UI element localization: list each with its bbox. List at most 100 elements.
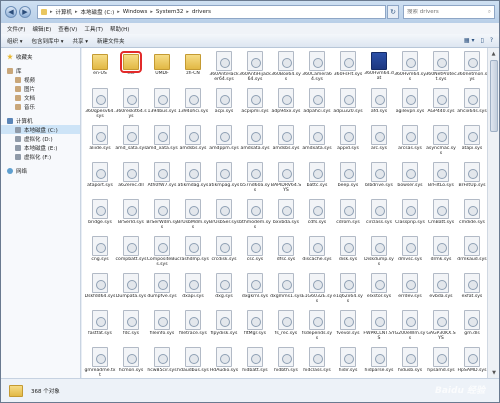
file-item[interactable]: hdaudbus.sys [177, 346, 209, 378]
file-item[interactable]: atikmdag.sys [177, 161, 209, 197]
sidebar-item-computer[interactable]: 计算机 [1, 116, 80, 125]
file-item[interactable]: amdxata.sys [301, 124, 333, 160]
file-item[interactable]: hcw85cir.sys [146, 346, 178, 378]
file-item[interactable]: bridge.sys [84, 198, 116, 234]
file-item[interactable]: adpahci.sys [301, 87, 333, 123]
file-item[interactable]: HdAudio.sys [208, 346, 240, 378]
vertical-scrollbar[interactable]: ▲ ▼ [487, 48, 499, 378]
file-item[interactable]: 360Hvm64.sys [394, 50, 426, 86]
share-button[interactable]: 共享 ▾ [73, 37, 89, 45]
file-item[interactable]: CmBatt.sys [425, 198, 457, 234]
file-item[interactable]: Dumpata.sys [115, 272, 147, 308]
file-item[interactable]: errdev.sys [394, 272, 426, 308]
file-item[interactable]: hidir.sys [332, 346, 364, 378]
file-item[interactable]: cng.sys [84, 235, 116, 271]
file-item[interactable]: cmdide.sys [456, 198, 487, 234]
breadcrumb-item[interactable]: 计算机 [56, 8, 73, 16]
file-item[interactable]: CompositeBus.sys [146, 235, 178, 271]
file-item[interactable]: hpsamd.sys [425, 346, 457, 378]
menu-item[interactable]: 查看(V) [58, 25, 77, 33]
scroll-up-icon[interactable]: ▲ [488, 48, 499, 59]
file-item[interactable]: ataport.sys [84, 161, 116, 197]
file-item[interactable]: drmk.sys [425, 235, 457, 271]
breadcrumb-item[interactable]: Windows [123, 9, 148, 15]
folder-item[interactable]: zh-CN [177, 50, 209, 86]
file-item[interactable]: dumpfve.sys [146, 272, 178, 308]
sidebar-item-favorites[interactable]: 收藏夹 [1, 52, 80, 61]
file-item[interactable]: gmreadme.txt [84, 346, 116, 378]
file-item[interactable]: crashdmp.sys [177, 235, 209, 271]
file-item[interactable]: BrUsbSer.sys [208, 198, 240, 234]
file-item[interactable]: fileinfo.sys [146, 309, 178, 345]
file-item[interactable]: ahcix64s.sys [456, 87, 487, 123]
breadcrumb-separator-icon[interactable]: ▸ [50, 9, 53, 15]
menu-item[interactable]: 编辑(E) [32, 25, 51, 33]
file-item[interactable]: hcmon.sys [115, 346, 147, 378]
file-item[interactable]: 360NetProtect.sys [425, 50, 457, 86]
search-box[interactable]: ⌕ [403, 5, 495, 19]
file-item[interactable]: BrSerWdm.sys [146, 198, 178, 234]
folder-item[interactable]: etc [115, 50, 147, 86]
file-item[interactable]: flpydisk.sys [208, 309, 240, 345]
file-item[interactable]: cdrom.sys [332, 198, 364, 234]
file-item[interactable]: afd.sys [363, 87, 395, 123]
file-item[interactable]: fvevol.sys [332, 309, 364, 345]
help-icon[interactable]: ? [490, 37, 493, 44]
file-item[interactable]: atapi.sys [456, 124, 487, 160]
breadcrumb-separator-icon[interactable]: ▸ [117, 9, 120, 15]
file-item[interactable]: hidbth.sys [270, 346, 302, 378]
file-item[interactable]: 360reskit64.sys [115, 87, 147, 123]
file-item[interactable]: BrUsbMdm.sys [177, 198, 209, 234]
file-item[interactable]: acpipmi.sys [239, 87, 271, 123]
address-bar[interactable]: ▸ 计算机 ▸ 本地磁盘 (C:) ▸ Windows ▸ System32 ▸ drivers [37, 5, 386, 19]
file-item[interactable]: dfsc.sys [270, 235, 302, 271]
file-item[interactable]: 360AntiHijack64.sys [239, 50, 271, 86]
scroll-down-icon[interactable]: ▼ [488, 367, 500, 378]
file-item[interactable]: discache.sys [301, 235, 333, 271]
file-item[interactable]: G200eWm.sys [394, 309, 426, 345]
sidebar-item-library[interactable]: 视频 [1, 75, 80, 84]
file-item[interactable]: aliide.sys [84, 124, 116, 160]
breadcrumb-separator-icon[interactable]: ▸ [186, 9, 189, 15]
file-item[interactable]: agilevpn.sys [394, 87, 426, 123]
file-item[interactable]: dmvsc.sys [394, 235, 426, 271]
sidebar-item-library[interactable]: 图片 [1, 84, 80, 93]
breadcrumb-separator-icon[interactable]: ▸ [150, 9, 153, 15]
file-item[interactable]: compbatt.sys [115, 235, 147, 271]
back-arrow-icon[interactable]: ◀ [5, 6, 17, 18]
file-item[interactable]: arcsas.sys [394, 124, 426, 160]
file-item[interactable]: fastfat.sys [84, 309, 116, 345]
sidebar-item-library[interactable]: 文档 [1, 93, 80, 102]
breadcrumb-item[interactable]: System32 [156, 9, 184, 15]
folder-item[interactable]: en-US [84, 50, 116, 86]
breadcrumb-item[interactable]: 本地磁盘 (C:) [81, 8, 115, 16]
folder-item[interactable]: UMDF [146, 50, 178, 86]
file-item[interactable]: e1q62x64.sys [332, 272, 364, 308]
file-item[interactable]: filetrace.sys [177, 309, 209, 345]
file-item[interactable]: bxvbda.sys [270, 198, 302, 234]
file-item[interactable]: adpu320.sys [332, 87, 364, 123]
new-folder-button[interactable]: 新建文件夹 [97, 37, 125, 45]
file-item[interactable]: hidclass.sys [301, 346, 333, 378]
file-item[interactable]: amdsbs.sys [270, 124, 302, 160]
file-item[interactable]: dxgmms1.sys [270, 272, 302, 308]
file-item[interactable]: evbda.sys [425, 272, 457, 308]
file-item[interactable]: cdfs.sys [301, 198, 333, 234]
file-item[interactable]: HpSAMD.sys [456, 346, 487, 378]
sidebar-item-drive[interactable]: 本地磁盘 (E:) [1, 143, 80, 152]
file-item[interactable]: adp94xx.sys [270, 87, 302, 123]
file-item[interactable]: appid.sys [332, 124, 364, 160]
file-item[interactable]: hidusb.sys [394, 346, 426, 378]
view-options-icon[interactable]: ▦ ▾ [464, 37, 475, 44]
file-item[interactable]: 360FsFlt.sys [332, 50, 364, 86]
file-item[interactable]: csc.sys [239, 235, 271, 271]
file-item[interactable]: FWPKCLNT.SYS [363, 309, 395, 345]
refresh-icon[interactable]: ↻ [387, 5, 399, 19]
forward-arrow-icon[interactable]: ▶ [19, 6, 31, 18]
file-item[interactable]: arc.sys [363, 124, 395, 160]
file-item[interactable]: elxstor.sys [363, 272, 395, 308]
menu-item[interactable]: 帮助(H) [110, 25, 129, 33]
file-item[interactable]: crcdisk.sys [208, 235, 240, 271]
menu-item[interactable]: 文件(F) [7, 25, 25, 33]
file-item[interactable]: amdsbs.sys [177, 124, 209, 160]
